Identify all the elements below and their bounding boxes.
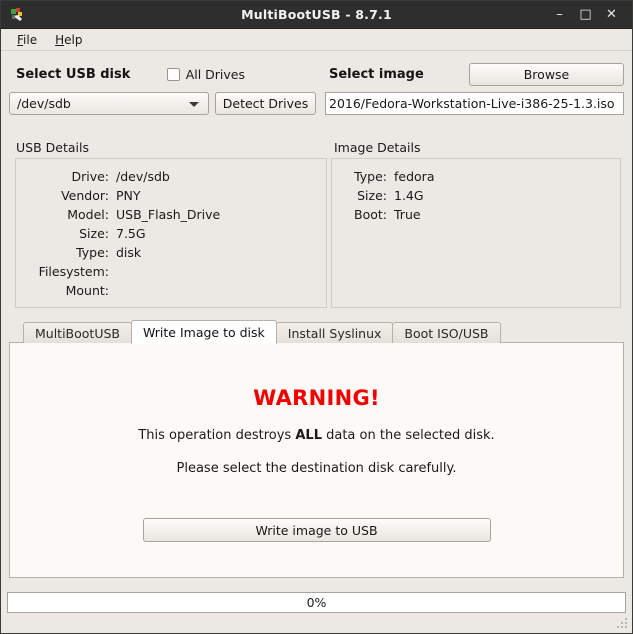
usb-disk-header: Select USB disk All Drives [9, 63, 319, 85]
image-detail-value: True [394, 205, 421, 224]
image-detail-value: 1.4G [394, 186, 424, 205]
menu-help[interactable]: Help [47, 31, 90, 49]
usb-details-box: Drive: /dev/sdb Vendor: PNY Model: USB_F… [15, 158, 327, 308]
usb-detail-key: Type: [16, 243, 116, 262]
image-detail-value: fedora [394, 167, 434, 186]
image-details-group: Image Details Type: fedora Size: 1.4G Bo… [327, 140, 624, 308]
all-drives-checkbox[interactable] [167, 68, 180, 81]
tab-boot-iso-usb[interactable]: Boot ISO/USB [392, 322, 500, 343]
top-form-row: Select USB disk All Drives /dev/sdb Dete… [9, 51, 624, 115]
title-bar: MultiBootUSB - 8.7.1 – □ ✕ [1, 1, 632, 29]
image-path-row: 2016/Fedora-Workstation-Live-i386-25-1.3… [325, 92, 624, 115]
menu-bar: File Help [1, 29, 632, 51]
detail-row: Boot: True [332, 205, 620, 224]
usb-detail-key: Filesystem: [16, 262, 116, 281]
image-detail-key: Size: [332, 186, 394, 205]
usb-disk-column: Select USB disk All Drives /dev/sdb Dete… [9, 63, 319, 115]
detail-row: Type: fedora [332, 167, 620, 186]
all-drives-checkbox-group[interactable]: All Drives [167, 67, 319, 82]
usb-details-label: USB Details [9, 140, 321, 155]
menu-file[interactable]: File [9, 31, 45, 49]
warning-text-before: This operation destroys [138, 428, 295, 443]
multibootusb-window: MultiBootUSB - 8.7.1 – □ ✕ File Help Sel… [0, 0, 633, 634]
tab-bar: MultiBootUSB Write Image to disk Install… [9, 321, 624, 343]
window-title: MultiBootUSB - 8.7.1 [1, 7, 632, 22]
detail-row: Vendor: PNY [16, 186, 326, 205]
detail-row: Drive: /dev/sdb [16, 167, 326, 186]
usb-details-group: USB Details Drive: /dev/sdb Vendor: PNY … [9, 140, 321, 308]
warning-text-bold: ALL [295, 428, 322, 443]
close-icon[interactable]: ✕ [605, 8, 618, 21]
write-image-panel: WARNING! This operation destroys ALL dat… [9, 342, 624, 578]
resize-grip[interactable] [616, 617, 629, 630]
select-image-title: Select image [325, 67, 424, 82]
write-button-row: Write image to USB [10, 518, 623, 542]
usb-detail-key: Vendor: [16, 186, 116, 205]
menu-help-mnemonic: H [55, 33, 64, 47]
window-controls: – □ ✕ [553, 8, 632, 21]
app-icon [9, 6, 27, 24]
minimize-icon[interactable]: – [553, 8, 566, 21]
image-details-label: Image Details [327, 140, 624, 155]
image-details-box: Type: fedora Size: 1.4G Boot: True [331, 158, 621, 308]
warning-line-1: This operation destroys ALL data on the … [10, 428, 623, 443]
usb-detail-key: Model: [16, 205, 116, 224]
tab-install-syslinux[interactable]: Install Syslinux [276, 322, 394, 343]
chevron-down-icon [189, 102, 199, 107]
browse-button[interactable]: Browse [469, 63, 624, 86]
maximize-icon[interactable]: □ [579, 8, 592, 21]
menu-help-label: elp [64, 33, 82, 47]
detail-row: Size: 1.4G [332, 186, 620, 205]
usb-disk-select[interactable]: /dev/sdb [9, 92, 209, 115]
usb-detail-value: USB_Flash_Drive [116, 205, 220, 224]
usb-detail-key: Drive: [16, 167, 116, 186]
usb-detail-key: Size: [16, 224, 116, 243]
image-column: Select image Browse 2016/Fedora-Workstat… [325, 63, 624, 115]
detail-row: Type: disk [16, 243, 326, 262]
detail-row: Size: 7.5G [16, 224, 326, 243]
detail-row: Filesystem: [16, 262, 326, 281]
image-path-input[interactable]: 2016/Fedora-Workstation-Live-i386-25-1.3… [325, 92, 624, 115]
progress-label: 0% [307, 595, 327, 610]
tab-write-image-to-disk[interactable]: Write Image to disk [131, 320, 277, 344]
image-detail-key: Boot: [332, 205, 394, 224]
detail-row: Mount: [16, 281, 326, 300]
warning-text-after: data on the selected disk. [322, 428, 495, 443]
usb-disk-controls: /dev/sdb Detect Drives [9, 92, 319, 115]
detail-row: Model: USB_Flash_Drive [16, 205, 326, 224]
warning-line-2: Please select the destination disk caref… [10, 461, 623, 476]
image-header: Select image Browse [325, 63, 624, 85]
usb-detail-value: /dev/sdb [116, 167, 170, 186]
all-drives-label: All Drives [186, 67, 245, 82]
usb-detail-key: Mount: [16, 281, 116, 300]
detect-drives-button[interactable]: Detect Drives [215, 92, 316, 115]
main-content: Select USB disk All Drives /dev/sdb Dete… [1, 51, 632, 578]
image-detail-key: Type: [332, 167, 394, 186]
warning-title: WARNING! [10, 386, 623, 410]
tab-multibootusb[interactable]: MultiBootUSB [23, 322, 132, 343]
usb-detail-value: PNY [116, 186, 141, 205]
details-row: USB Details Drive: /dev/sdb Vendor: PNY … [9, 128, 624, 308]
write-image-to-usb-button[interactable]: Write image to USB [143, 518, 491, 542]
progress-bar: 0% [7, 592, 626, 613]
usb-detail-value: disk [116, 243, 141, 262]
usb-disk-selected-value: /dev/sdb [17, 96, 71, 111]
usb-detail-value: 7.5G [116, 224, 146, 243]
menu-file-label: ile [23, 33, 37, 47]
usb-disk-title: Select USB disk [9, 67, 130, 82]
